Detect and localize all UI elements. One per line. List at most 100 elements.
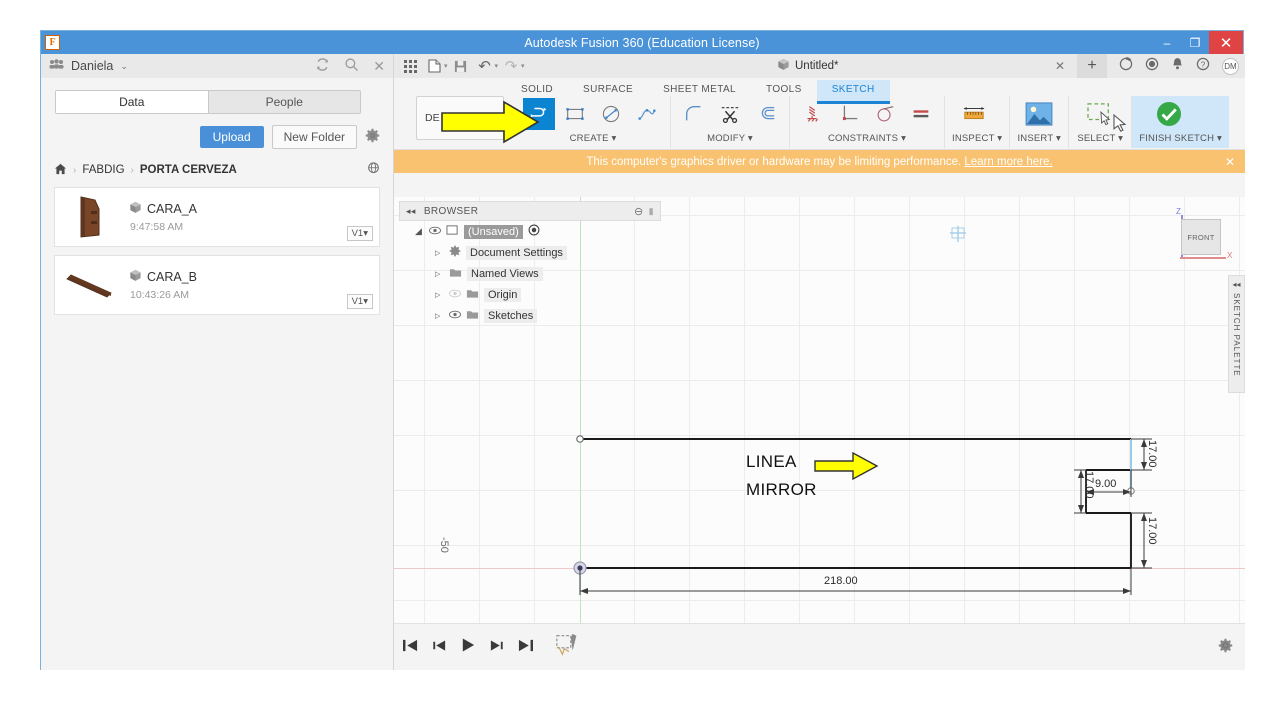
browser-panel: ◂◂ BROWSER ⊖ ▮ ◢ (Unsaved) ▷ Document Se… [399, 201, 661, 326]
close-panel-icon[interactable]: ✕ [373, 59, 385, 73]
version-badge[interactable]: V1▾ [346, 226, 373, 241]
trim-tool[interactable] [714, 98, 746, 130]
save-icon[interactable] [450, 55, 472, 77]
version-badge[interactable]: V1▾ [346, 294, 373, 309]
cube-icon [129, 269, 142, 285]
chevron-down-icon-redo[interactable]: ▾ [521, 62, 525, 70]
file-icon[interactable] [423, 55, 445, 77]
insert-group-label[interactable]: INSERT ▾ [1017, 133, 1061, 144]
tab-data[interactable]: Data [56, 91, 209, 113]
skip-start-icon[interactable] [402, 638, 419, 657]
fix-constraint[interactable] [797, 98, 829, 130]
chevron-down-icon-undo[interactable]: ▾ [495, 62, 499, 70]
folder-icon [466, 309, 479, 323]
new-folder-button[interactable]: New Folder [271, 125, 357, 149]
browser-row-origin[interactable]: ▷ Origin [399, 284, 661, 305]
new-tab-button[interactable]: + [1077, 54, 1107, 78]
app-grid-icon[interactable] [399, 55, 421, 77]
spline-tool[interactable] [631, 98, 663, 130]
annotation-arrow-right-canvas [814, 452, 878, 481]
select-tool[interactable] [1084, 98, 1116, 130]
inspect-group-label[interactable]: INSPECT ▾ [952, 133, 1002, 144]
annotation-linea: LINEA [746, 452, 797, 471]
sketch-feature-icon[interactable] [555, 632, 581, 662]
document-tab[interactable]: Untitled* [777, 54, 838, 78]
search-icon[interactable] [344, 57, 359, 76]
perpendicular-constraint[interactable] [833, 98, 865, 130]
close-icon[interactable]: ✕ [1225, 155, 1235, 169]
avatar[interactable]: DM [1222, 57, 1239, 75]
axis-x-line [1180, 257, 1226, 259]
finish-sketch-label[interactable]: FINISH SKETCH ▾ [1139, 133, 1222, 144]
create-group-label[interactable]: CREATE ▾ [523, 133, 663, 144]
breadcrumb-item-fabdig[interactable]: FABDIG [82, 164, 124, 176]
step-forward-icon[interactable] [489, 638, 504, 657]
view-cube-front-face[interactable]: FRONT [1181, 219, 1221, 255]
bell-icon[interactable] [1171, 57, 1184, 76]
constraints-group-label[interactable]: CONSTRAINTS ▾ [797, 133, 937, 144]
eye-icon[interactable] [429, 226, 441, 238]
step-back-icon[interactable] [432, 638, 447, 657]
select-group-label[interactable]: SELECT ▾ [1076, 133, 1124, 144]
chevron-down-icon[interactable]: ⌄ [120, 61, 128, 72]
browser-row-sketches[interactable]: ▷ Sketches [399, 305, 661, 326]
undo-icon[interactable]: ↶ [474, 55, 496, 77]
view-cube[interactable]: Z X FRONT [1167, 207, 1232, 265]
list-item[interactable]: CARA_A 9:47:58 AM V1▾ [54, 187, 380, 247]
modify-group-label[interactable]: MODIFY ▾ [678, 133, 782, 144]
collapse-icon[interactable]: ◂◂ [1232, 280, 1240, 289]
insert-image-tool[interactable] [1023, 98, 1055, 130]
browser-row-named-views[interactable]: ▷ Named Views [399, 263, 661, 284]
browser-row-root[interactable]: ◢ (Unsaved) [399, 221, 661, 242]
learn-more-link[interactable]: Learn more here. [964, 156, 1052, 168]
job-status-icon[interactable] [1119, 56, 1133, 76]
modify-group: MODIFY ▾ [671, 96, 790, 148]
tab-close-icon[interactable]: ✕ [1055, 59, 1065, 73]
data-panel: Daniela ⌄ ✕ Data People Upload New Folde… [41, 54, 394, 670]
offset-tool[interactable] [750, 98, 782, 130]
tab-people[interactable]: People [209, 91, 361, 113]
dim-right-bottom-height[interactable]: 17.00 [1146, 517, 1158, 545]
dim-overall-length[interactable]: 218.00 [824, 575, 858, 587]
browser-root-label: (Unsaved) [464, 224, 523, 239]
insert-group: INSERT ▾ [1010, 96, 1070, 148]
gear-icon[interactable] [365, 128, 380, 147]
minus-icon[interactable]: ⊖ [634, 205, 644, 218]
tangent-constraint[interactable] [869, 98, 901, 130]
rectangle-tool[interactable] [559, 98, 591, 130]
chevron-down-icon[interactable]: ▾ [444, 62, 448, 70]
play-icon[interactable] [460, 637, 476, 657]
browser-row-document-settings[interactable]: ▷ Document Settings [399, 242, 661, 263]
quick-access-right: ✕ + ? DM [1055, 54, 1239, 78]
upload-button[interactable]: Upload [199, 126, 264, 148]
list-item[interactable]: CARA_B 10:43:26 AM V1▾ [54, 255, 380, 315]
globe-icon[interactable] [367, 162, 380, 178]
clock-icon[interactable] [1145, 57, 1159, 76]
breadcrumb-item-porta-cerveza[interactable]: PORTA CERVEZA [140, 164, 237, 176]
measure-tool[interactable] [958, 98, 990, 130]
radio-icon[interactable] [528, 224, 540, 239]
help-icon[interactable]: ? [1196, 57, 1210, 76]
collapse-icon[interactable]: ◂◂ [406, 206, 416, 217]
sketch-canvas[interactable]: 218.00 17.00 17.00 9.00 17.00 -50 LINEA … [394, 197, 1245, 647]
account-name[interactable]: Daniela [71, 59, 113, 73]
quick-access-toolbar: ▾ ↶ ▾ ↷ ▾ Untitled* ✕ + ? DM [394, 54, 1245, 78]
finish-sketch-tool[interactable] [1153, 98, 1185, 130]
home-icon[interactable] [54, 163, 67, 178]
redo-icon[interactable]: ↷ [500, 55, 522, 77]
breadcrumb-separator: › [73, 164, 77, 176]
sketch-palette-collapsed[interactable]: ◂◂ SKETCH PALETTE [1228, 275, 1245, 393]
dim-notch-width[interactable]: 9.00 [1094, 478, 1118, 490]
dim-right-top-height[interactable]: 17.00 [1146, 440, 1158, 468]
file-time: 9:47:58 AM [130, 221, 184, 233]
refresh-icon[interactable] [315, 57, 330, 76]
folder-icon [449, 267, 462, 281]
equal-constraint[interactable] [905, 98, 937, 130]
eye-icon[interactable] [449, 289, 461, 301]
eye-icon[interactable] [449, 310, 461, 322]
skip-end-icon[interactable] [517, 638, 534, 657]
fillet-tool[interactable] [678, 98, 710, 130]
circle-tool[interactable] [595, 98, 627, 130]
data-people-tabs: Data People [55, 90, 361, 114]
gear-icon[interactable] [1218, 638, 1233, 657]
